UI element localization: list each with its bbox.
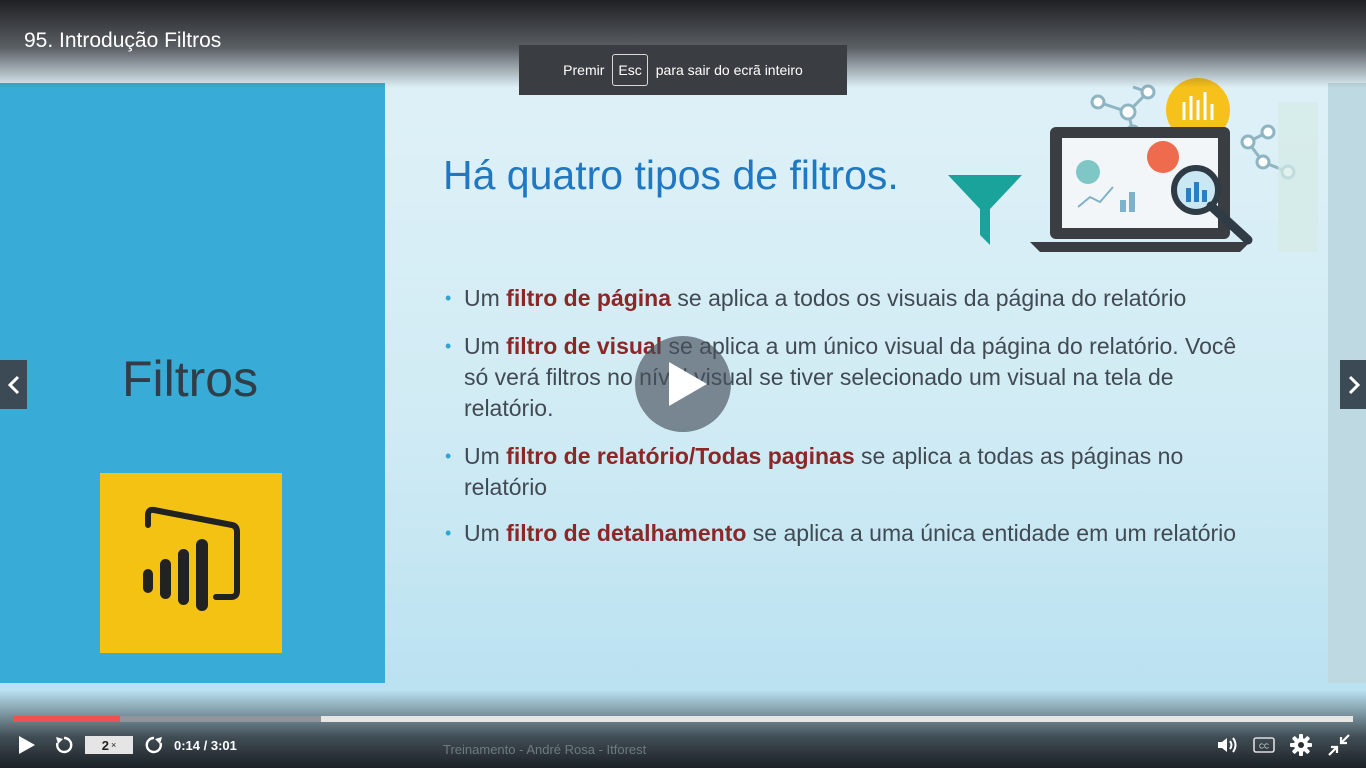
fullscreen-notice-prefix: Premir [563, 62, 605, 78]
power-bi-logo [100, 473, 282, 653]
volume-icon [1218, 737, 1237, 753]
next-lecture-button[interactable] [1340, 360, 1366, 409]
rewind-5s-icon [56, 736, 73, 754]
bullet-item: • Um filtro de página se aplica a todos o… [445, 285, 1187, 311]
rewind-button[interactable] [52, 733, 76, 757]
funnel-icon [948, 175, 1022, 245]
slide-bullet-list: • Um filtro de página se aplica a todos o… [445, 283, 1265, 549]
captions-icon: CC [1253, 737, 1275, 753]
bullet-item: • Um filtro de relatório/Todas paginas se… [445, 443, 1184, 500]
fullscreen-notice: Premir Esc para sair do ecrã inteiro [519, 45, 847, 95]
bullet-item: • Um filtro de detalhamento se aplica a u… [445, 520, 1237, 546]
time-display: 0:14 / 3:01 [174, 738, 237, 753]
center-play-button[interactable] [635, 336, 731, 432]
playback-rate-button[interactable]: 2 × [85, 736, 133, 754]
exit-fullscreen-button[interactable] [1326, 733, 1352, 757]
progress-played [13, 716, 121, 722]
esc-key-badge: Esc [612, 54, 648, 86]
chevron-left-icon [7, 375, 19, 394]
slide-footer-watermark: Treinamento - André Rosa - Itforest [443, 742, 647, 757]
video-title: 95. Introdução Filtros [24, 29, 222, 52]
svg-text:CC: CC [1259, 744, 1269, 751]
bullet-item: • Um filtro de visual se aplica a um únic… [445, 333, 1237, 421]
forward-button[interactable] [142, 733, 166, 757]
chevron-right-icon [1348, 375, 1360, 394]
playback-rate-value: 2 [101, 737, 109, 753]
volume-button[interactable] [1215, 733, 1241, 757]
exit-fullscreen-icon [1328, 734, 1350, 756]
play-button[interactable] [14, 733, 40, 757]
gear-icon [1290, 734, 1312, 756]
play-icon [19, 736, 35, 754]
slide-section-title: Filtros [122, 351, 259, 407]
captions-button[interactable]: CC [1252, 735, 1276, 755]
forward-5s-icon [145, 736, 162, 754]
play-icon [669, 362, 707, 406]
playback-rate-suffix: × [110, 740, 117, 750]
previous-lecture-button[interactable] [0, 360, 27, 409]
analytics-illustration-icon [1030, 78, 1318, 252]
settings-button[interactable] [1288, 733, 1314, 757]
bottom-overlay [0, 690, 1366, 768]
fullscreen-notice-suffix: para sair do ecrã inteiro [655, 62, 803, 78]
slide-title: Há quatro tipos de filtros. [443, 152, 899, 198]
progress-bar[interactable] [13, 716, 1353, 722]
video-stage[interactable]: Filtros Há quatro tipos de filtros. • Um… [0, 0, 1366, 768]
